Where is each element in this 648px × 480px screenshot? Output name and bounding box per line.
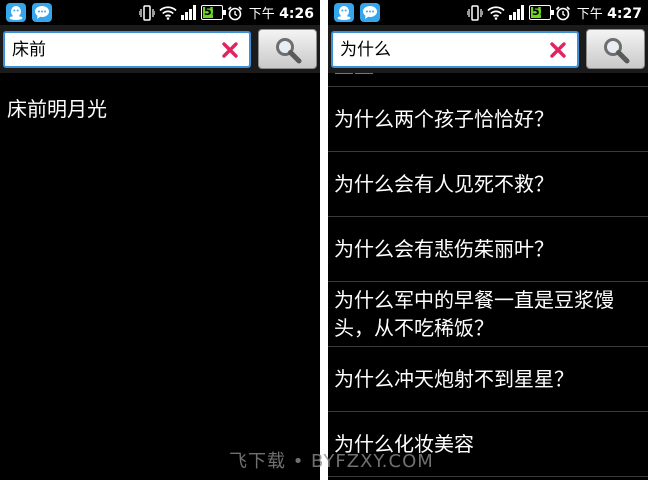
search-bar: 床前 [0, 25, 320, 73]
search-button[interactable] [258, 29, 317, 69]
phone-screen-right: 52 下午 4:27 为什么 —— 为什么两个孩子恰恰好？ 为什么会有人见死不救… [328, 0, 648, 480]
magnifier-icon [276, 38, 302, 64]
search-input[interactable]: 床前 [3, 31, 251, 68]
magnifier-icon [604, 38, 630, 64]
clock-time: 4:26 [279, 6, 314, 22]
vibrate-icon [466, 4, 483, 21]
list-item[interactable]: 为什么会有悲伤茱丽叶？ [328, 217, 648, 282]
battery-level: 52 [532, 5, 548, 18]
battery-icon: 52 [528, 5, 554, 20]
results-list: —— 为什么两个孩子恰恰好？ 为什么会有人见死不救？ 为什么会有悲伤茱丽叶？ 为… [328, 73, 648, 477]
status-bar: 52 下午 4:27 [328, 0, 648, 25]
search-input[interactable]: 为什么 [331, 31, 579, 68]
alarm-icon [227, 5, 242, 20]
phone-screen-left: 52 下午 4:26 床前 床前明月光 [0, 0, 320, 480]
list-item[interactable]: 为什么军中的早餐一直是豆浆馒头，从不吃稀饭？ [328, 282, 648, 347]
signal-icon [508, 5, 524, 20]
list-item-partial[interactable]: —— [328, 73, 648, 87]
clear-x-icon[interactable] [220, 40, 240, 60]
watermark: 飞下载 • BYFZXY.COM [229, 451, 434, 472]
list-item[interactable]: 为什么两个孩子恰恰好？ [328, 87, 648, 152]
wifi-icon [159, 6, 177, 20]
qq-icon [6, 3, 26, 22]
search-query: 为什么 [340, 40, 391, 60]
clock-ampm: 下午 [248, 7, 275, 22]
chat-bubble-icon [32, 3, 52, 22]
status-clock: 下午 4:27 [577, 3, 642, 22]
search-button[interactable] [586, 29, 645, 69]
battery-icon: 52 [200, 5, 226, 20]
list-item[interactable]: 为什么会有人见死不救？ [328, 152, 648, 217]
search-bar: 为什么 [328, 25, 648, 73]
search-query: 床前 [12, 40, 46, 60]
clock-time: 4:27 [607, 6, 642, 22]
list-item-partial-text: —— [334, 73, 374, 84]
result-item[interactable]: 床前明月光 [7, 96, 107, 122]
status-clock: 下午 4:26 [249, 3, 314, 22]
chat-bubble-icon [360, 3, 380, 22]
clear-x-icon[interactable] [548, 40, 568, 60]
battery-level: 52 [204, 5, 220, 18]
vibrate-icon [138, 4, 155, 21]
qq-icon [334, 3, 354, 22]
clock-ampm: 下午 [576, 7, 603, 22]
signal-icon [180, 5, 196, 20]
wifi-icon [487, 6, 505, 20]
alarm-icon [555, 5, 570, 20]
list-item[interactable]: 为什么冲天炮射不到星星？ [328, 347, 648, 412]
status-bar: 52 下午 4:26 [0, 0, 320, 25]
